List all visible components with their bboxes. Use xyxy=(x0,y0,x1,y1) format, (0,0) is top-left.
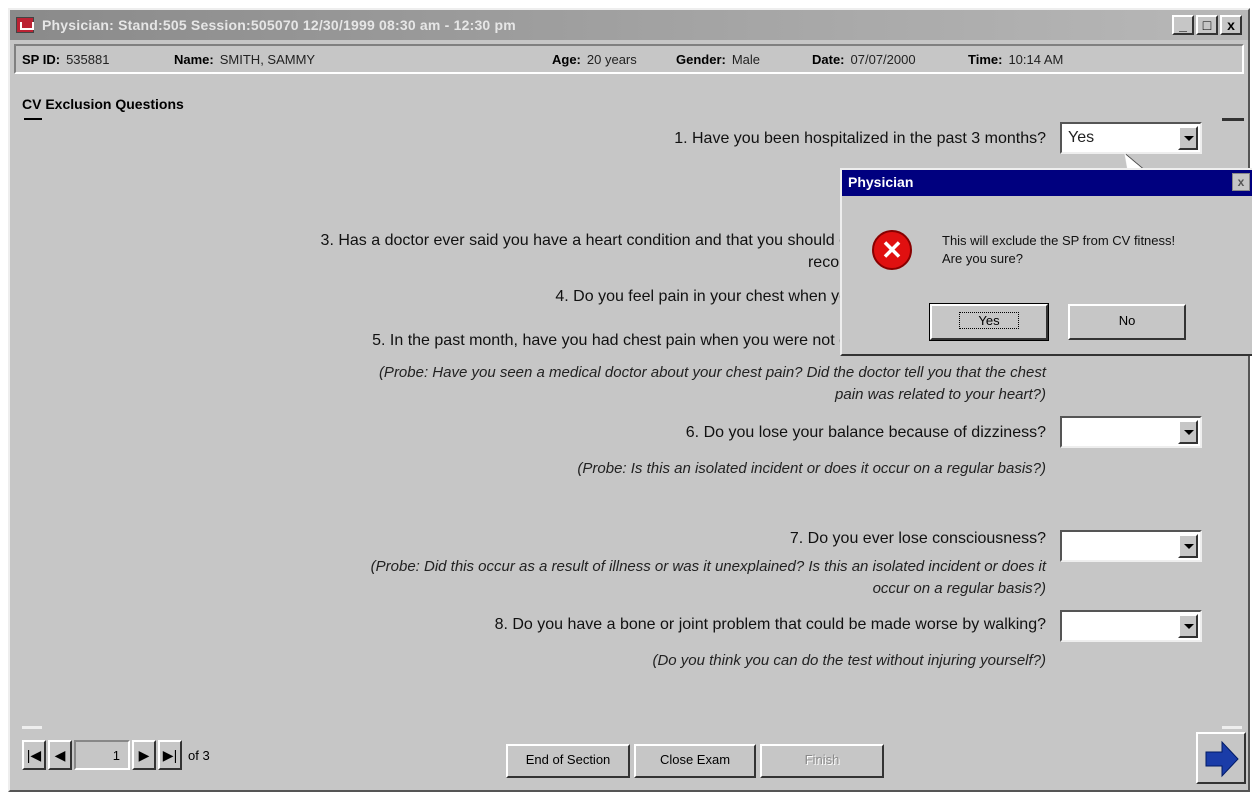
sp-name: Name: SMITH, SAMMY xyxy=(174,52,315,67)
question-5-probe-line2: pain was related to your heart?) xyxy=(835,386,1046,403)
maximize-button[interactable]: □ xyxy=(1196,15,1218,35)
dialog-yes-label: Yes xyxy=(959,312,1019,329)
question-4: 4. Do you feel pain in your chest when y… xyxy=(555,288,848,305)
first-page-button[interactable]: |◀ xyxy=(22,740,46,770)
close-exam-button[interactable]: Close Exam xyxy=(634,744,756,778)
sp-id: SP ID: 535881 xyxy=(22,52,109,67)
chevron-down-icon[interactable] xyxy=(1178,126,1198,150)
gender-value: Male xyxy=(731,52,761,67)
confirm-dialog: Physician x ✕ This will exclude the SP f… xyxy=(840,168,1252,356)
page-number-field[interactable]: 1 xyxy=(74,740,130,770)
question-7: 7. Do you ever lose consciousness? xyxy=(789,530,1046,547)
divider-right xyxy=(1222,726,1242,729)
question-7-probe: (Probe: Did this occur as a result of il… xyxy=(371,556,1046,600)
chevron-down-icon[interactable] xyxy=(1178,534,1198,558)
end-of-section-button[interactable]: End of Section xyxy=(506,744,630,778)
question-8-probe: (Do you think you can do the test withou… xyxy=(652,652,1046,669)
exam-date: Date: 07/07/2000 xyxy=(812,52,916,67)
minimize-button[interactable]: _ xyxy=(1172,15,1194,35)
time-label: Time: xyxy=(968,52,1003,67)
title-bar[interactable]: Physician: Stand:505 Session:505070 12/3… xyxy=(10,10,1248,40)
page-count: of 3 xyxy=(188,747,210,763)
question-1-value: Yes xyxy=(1068,129,1095,146)
name-value: SMITH, SAMMY xyxy=(219,52,316,67)
sp-info-bar: SP ID: 535881 Name: SMITH, SAMMY Age: 20 ye… xyxy=(14,44,1244,74)
dialog-message-line2: Are you sure? xyxy=(942,251,1023,266)
dialog-close-button[interactable]: x xyxy=(1232,173,1250,191)
time-value: 10:14 AM xyxy=(1008,52,1064,67)
question-5-probe-line1: (Probe: Have you seen a medical doctor a… xyxy=(378,364,1046,381)
next-section-button[interactable] xyxy=(1196,732,1246,784)
question-7-probe-line2: occur on a regular basis?) xyxy=(872,580,1046,597)
age-value: 20 years xyxy=(586,52,637,67)
dialog-yes-button[interactable]: Yes xyxy=(929,303,1049,341)
gender-label: Gender: xyxy=(676,52,726,67)
dialog-message-line1: This will exclude the SP from CV fitness… xyxy=(942,233,1176,248)
question-3: 3. Has a doctor ever said you have a hea… xyxy=(320,232,848,249)
physician-window: Physician: Stand:505 Session:505070 12/3… xyxy=(8,8,1252,792)
dialog-title-bar[interactable]: Physician x xyxy=(842,170,1252,196)
dialog-title: Physician xyxy=(848,174,914,190)
question-8: 8. Do you have a bone or joint problem t… xyxy=(494,616,1046,633)
exam-time: Time: 10:14 AM xyxy=(968,52,1063,67)
question-6: 6. Do you lose your balance because of d… xyxy=(685,424,1046,441)
question-5: 5. In the past month, have you had chest… xyxy=(372,332,848,349)
section-divider xyxy=(24,118,42,120)
age-label: Age: xyxy=(552,52,581,67)
error-icon: ✕ xyxy=(872,230,912,270)
question-5-probe: (Probe: Have you seen a medical doctor a… xyxy=(379,362,1046,406)
section-title: CV Exclusion Questions xyxy=(22,96,184,112)
arrow-right-icon xyxy=(1205,740,1239,778)
app-icon xyxy=(16,17,34,33)
dialog-no-button[interactable]: No xyxy=(1068,304,1186,340)
last-page-button[interactable]: ▶| xyxy=(158,740,182,770)
question-7-probe-line1: (Probe: Did this occur as a result of il… xyxy=(370,558,1046,575)
date-label: Date: xyxy=(812,52,845,67)
chevron-down-icon[interactable] xyxy=(1178,420,1198,444)
chevron-down-icon[interactable] xyxy=(1178,614,1198,638)
divider-left xyxy=(22,726,42,729)
sp-id-value: 535881 xyxy=(66,52,110,67)
page-navigation: |◀ ◀ 1 ▶ ▶| of 3 xyxy=(22,740,210,770)
sp-gender: Gender: Male xyxy=(676,52,760,67)
name-label: Name: xyxy=(174,52,214,67)
close-button[interactable]: x xyxy=(1220,15,1242,35)
window-controls: _ □ x xyxy=(1172,15,1242,35)
sp-age: Age: 20 years xyxy=(552,52,637,67)
dialog-message: This will exclude the SP from CV fitness… xyxy=(942,232,1175,268)
previous-page-button[interactable]: ◀ xyxy=(48,740,72,770)
window-title: Physician: Stand:505 Session:505070 12/3… xyxy=(42,17,516,33)
question-6-probe: (Probe: Is this an isolated incident or … xyxy=(577,460,1046,477)
date-value: 07/07/2000 xyxy=(850,52,916,67)
next-page-button[interactable]: ▶ xyxy=(132,740,156,770)
question-8-select[interactable] xyxy=(1060,610,1202,642)
finish-button[interactable]: Finish xyxy=(760,744,884,778)
question-6-select[interactable] xyxy=(1060,416,1202,448)
question-7-select[interactable] xyxy=(1060,530,1202,562)
sp-id-label: SP ID: xyxy=(22,52,61,67)
question-1: 1. Have you been hospitalized in the pas… xyxy=(674,130,1046,147)
minimize-dash[interactable] xyxy=(1222,118,1244,121)
